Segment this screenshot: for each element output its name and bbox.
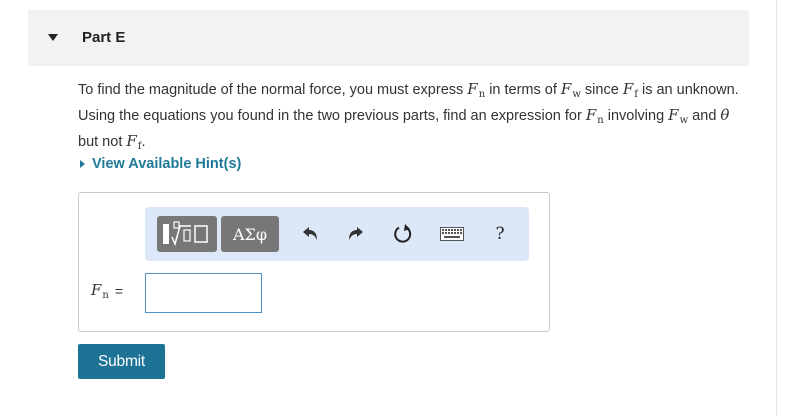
problem-text: but not (78, 134, 127, 150)
undo-icon[interactable] (297, 222, 323, 246)
math-var-ff: Ff (622, 80, 638, 100)
hint-label: View Available Hint(s) (92, 156, 242, 172)
answer-input[interactable] (145, 273, 262, 313)
part-header[interactable]: Part E (28, 10, 749, 66)
math-var-theta: θ (720, 106, 730, 124)
problem-text: . (141, 134, 146, 150)
equation-label: Fn = (91, 281, 123, 301)
math-var-fw: Fw (668, 106, 689, 126)
help-icon[interactable]: ? (487, 222, 513, 246)
math-var-fn: Fn (467, 80, 486, 100)
redo-icon[interactable] (343, 222, 369, 246)
part-title: Part E (82, 29, 126, 46)
expand-arrow-icon (80, 160, 85, 168)
submit-button[interactable]: Submit (78, 344, 165, 379)
problem-text: involving (603, 108, 669, 124)
math-var-fn: Fn (91, 281, 109, 301)
math-var-fw: Fw (560, 80, 581, 100)
math-toolbar: ΑΣφ ? (145, 207, 529, 261)
templates-button[interactable] (157, 216, 217, 252)
greek-letters-button[interactable]: ΑΣφ (221, 216, 279, 252)
keyboard-icon[interactable] (439, 222, 465, 246)
math-var-fn: Fn (585, 106, 604, 126)
problem-text: since (580, 82, 623, 98)
templates-icon (163, 221, 208, 247)
page-right-border (776, 0, 777, 416)
answer-box: ΑΣφ ? Fn = (78, 192, 550, 332)
collapse-caret-icon[interactable] (48, 34, 58, 41)
equals-sign: = (114, 283, 124, 299)
problem-text: in terms of (485, 82, 561, 98)
math-var-ff: Ff (126, 132, 142, 152)
problem-statement: To find the magnitude of the normal forc… (78, 79, 746, 157)
view-hints-link[interactable]: View Available Hint(s) (80, 156, 241, 172)
problem-text: and (688, 108, 721, 124)
problem-text: To find the magnitude of the normal forc… (78, 82, 468, 98)
reset-icon[interactable] (390, 222, 416, 246)
